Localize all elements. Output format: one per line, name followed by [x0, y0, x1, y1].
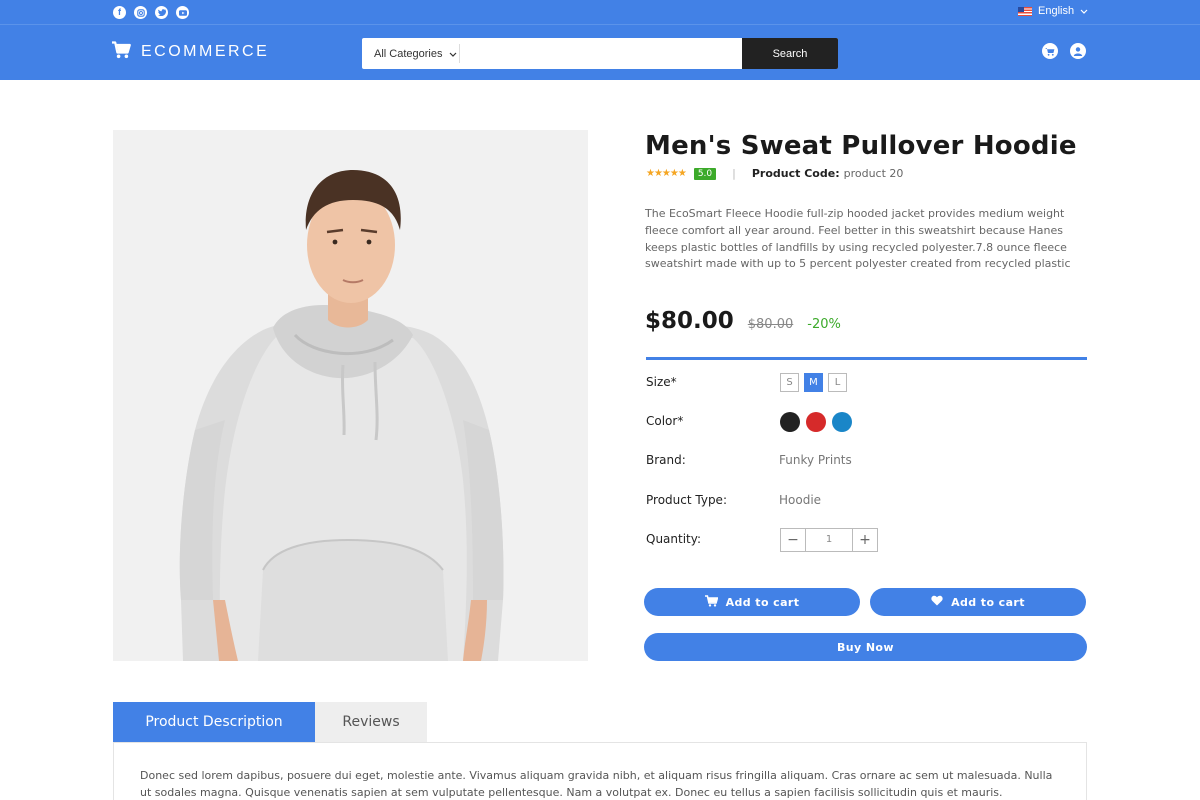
category-label: All Categories [374, 47, 443, 60]
logo[interactable]: ECOMMERCE [112, 41, 269, 63]
divider [646, 357, 1087, 360]
user-icon[interactable] [1070, 43, 1086, 59]
cart-icon [704, 594, 719, 610]
quantity-stepper: − 1 + [780, 528, 878, 552]
tab-label: Reviews [342, 714, 400, 730]
product-type-label: Product Type: [646, 493, 727, 507]
instagram-icon[interactable] [134, 6, 147, 19]
old-price: $80.00 [747, 317, 794, 332]
quantity-label: Quantity: [646, 532, 702, 546]
size-option-s[interactable]: S [780, 373, 799, 392]
separator: | [732, 167, 736, 180]
search-input[interactable] [460, 38, 742, 69]
cart-icon[interactable] [1042, 43, 1058, 59]
twitter-icon[interactable] [155, 6, 168, 19]
wishlist-label: Add to cart [951, 595, 1025, 609]
color-options [780, 412, 852, 432]
heart-icon [931, 595, 943, 609]
search-button[interactable]: Search [742, 38, 838, 69]
size-options: S M L [780, 373, 847, 392]
cart-logo-icon [112, 41, 131, 63]
product-image[interactable] [113, 130, 588, 661]
logo-text: ECOMMERCE [141, 43, 270, 60]
facebook-icon[interactable]: f [113, 6, 126, 19]
language-selector[interactable]: English [1018, 5, 1088, 17]
rating-row: ★★★★★ 5.0 | Product Code: product 20 [646, 167, 903, 180]
chevron-down-icon [449, 48, 457, 60]
rating-stars: ★★★★★ [646, 168, 687, 179]
tab-panel: Donec sed lorem dapibus, posuere dui ege… [113, 742, 1087, 800]
quantity-value[interactable]: 1 [806, 529, 852, 551]
size-option-m[interactable]: M [804, 373, 823, 392]
price-row: $80.00 $80.00 -20% [645, 308, 841, 334]
social-links: f [113, 6, 189, 19]
rating-badge: 5.0 [693, 167, 717, 180]
size-option-l[interactable]: L [828, 373, 847, 392]
wishlist-button[interactable]: Add to cart [870, 588, 1086, 616]
brand-label: Brand: [646, 453, 686, 467]
buy-now-button[interactable]: Buy Now [644, 633, 1087, 661]
tab-content: Donec sed lorem dapibus, posuere dui ege… [140, 769, 1053, 799]
color-swatch-black[interactable] [780, 412, 800, 432]
main-header: ECOMMERCE All Categories Search [0, 25, 1200, 80]
color-swatch-blue[interactable] [832, 412, 852, 432]
product-type-value: Hoodie [779, 493, 822, 507]
search-bar: All Categories Search [362, 38, 838, 69]
category-select[interactable]: All Categories [362, 44, 460, 63]
add-to-cart-button[interactable]: Add to cart [644, 588, 860, 616]
product-code-label: Product Code: [751, 167, 840, 180]
product-title: Men's Sweat Pullover Hoodie [645, 131, 1077, 161]
language-label: English [1038, 5, 1075, 17]
add-to-cart-label: Add to cart [725, 595, 800, 609]
tab-label: Product Description [145, 714, 283, 730]
buy-now-label: Buy Now [837, 640, 894, 654]
quantity-decrease-button[interactable]: − [781, 529, 806, 551]
quantity-increase-button[interactable]: + [852, 529, 877, 551]
current-price: $80.00 [645, 308, 734, 334]
tab-product-description[interactable]: Product Description [113, 702, 315, 742]
youtube-icon[interactable] [176, 6, 189, 19]
tab-reviews[interactable]: Reviews [315, 702, 427, 742]
product-description: The EcoSmart Fleece Hoodie full-zip hood… [645, 207, 1071, 271]
top-strip: f English [0, 0, 1200, 25]
size-label: Size* [646, 375, 677, 389]
discount-label: -20% [807, 317, 841, 332]
us-flag-icon [1018, 6, 1032, 16]
color-swatch-red[interactable] [806, 412, 826, 432]
chevron-down-icon [1080, 6, 1088, 16]
color-label: Color* [646, 414, 684, 428]
brand-value: Funky Prints [779, 453, 852, 467]
product-code-value: product 20 [843, 167, 904, 180]
